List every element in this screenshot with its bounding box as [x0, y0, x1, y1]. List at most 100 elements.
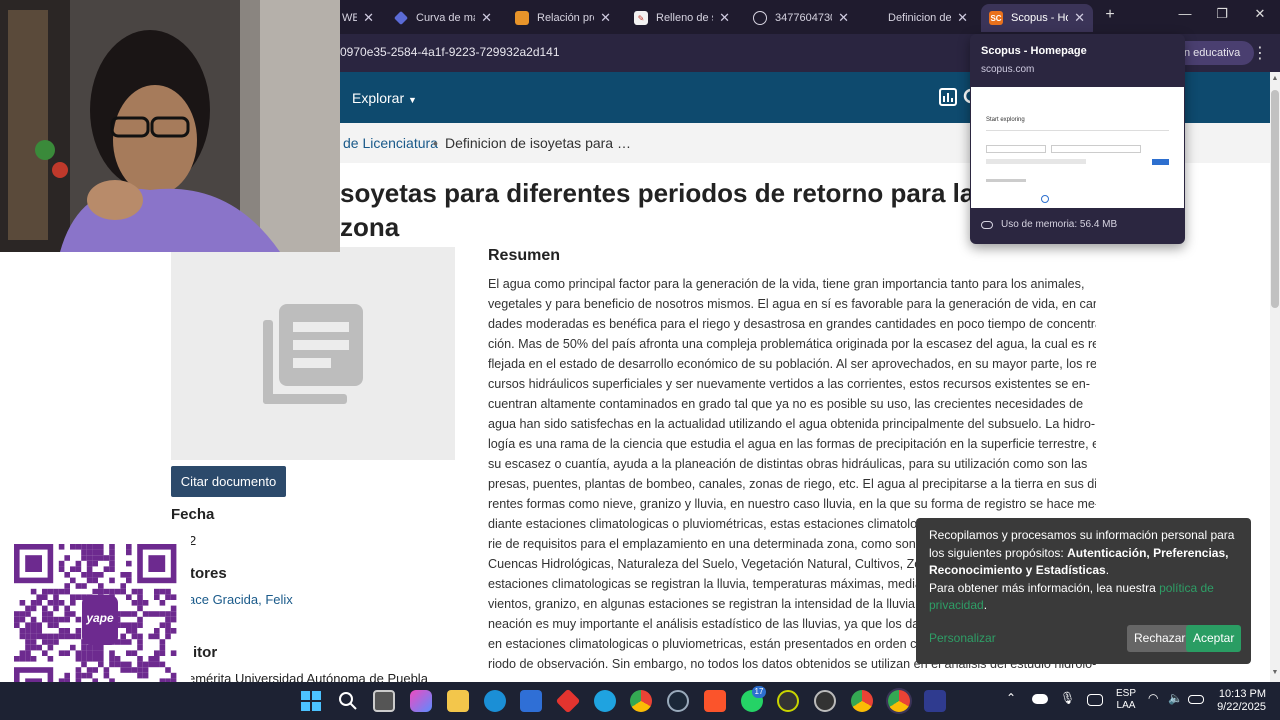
- reject-button[interactable]: Rechazar: [1127, 625, 1193, 652]
- qr-module: [137, 605, 143, 612]
- language-indicator[interactable]: ESP LAA: [1114, 688, 1138, 712]
- tab-definicion[interactable]: Definicion de isoyetas ✕: [864, 4, 976, 32]
- app-icon[interactable]: [777, 690, 799, 712]
- qr-module: [42, 588, 48, 595]
- minimize-icon[interactable]: —: [1170, 6, 1200, 21]
- close-icon[interactable]: ✕: [600, 10, 611, 26]
- breadcrumb-current: Definicion de isoyetas para …: [445, 135, 631, 151]
- scroll-down-icon[interactable]: ▼: [1270, 669, 1280, 676]
- qr-finder: [25, 555, 42, 572]
- webcam-person-image: [0, 0, 340, 252]
- preview-search-icon: [1041, 195, 1049, 203]
- tab-wei[interactable]: WEI ✕: [334, 4, 382, 32]
- app-icon[interactable]: [814, 690, 836, 712]
- qr-module: [36, 594, 42, 600]
- onedrive-icon[interactable]: [1032, 694, 1048, 704]
- copilot-icon[interactable]: [410, 690, 432, 712]
- autores-label: tores: [190, 565, 227, 582]
- close-icon[interactable]: ✕: [719, 10, 730, 26]
- steam-icon[interactable]: [667, 690, 689, 712]
- store-icon[interactable]: [520, 690, 542, 712]
- qr-module: [109, 566, 115, 572]
- taskbar-clock[interactable]: 10:13 PM 9/22/2025: [1210, 688, 1266, 714]
- battery-icon[interactable]: [1188, 695, 1204, 704]
- tab-34776047300[interactable]: 34776047300 ✕: [745, 4, 857, 32]
- explore-menu[interactable]: Explorar ▼: [352, 90, 417, 106]
- qr-module: [159, 661, 166, 668]
- qr-module: [42, 611, 48, 617]
- qr-module: [154, 628, 160, 634]
- close-icon[interactable]: ✕: [957, 10, 968, 26]
- chrome-icon[interactable]: [851, 690, 873, 712]
- scroll-up-icon[interactable]: ▲: [1270, 75, 1280, 82]
- qr-module: [92, 560, 98, 567]
- qr-module: [170, 594, 177, 600]
- display-icon[interactable]: [1087, 694, 1103, 706]
- qr-module: [70, 544, 76, 550]
- qr-module: [137, 661, 143, 668]
- language-line: LAA: [1116, 700, 1136, 711]
- app-icon[interactable]: [555, 688, 581, 714]
- chevron-up-icon[interactable]: ⌃: [1006, 692, 1016, 704]
- cookie-text: Recopilamos y procesamos su información …: [929, 527, 1239, 580]
- qr-module: [42, 594, 48, 600]
- qr-module: [148, 656, 154, 662]
- qr-module: [131, 628, 138, 634]
- qr-module: [92, 544, 98, 550]
- tab-relleno[interactable]: ✎ Relleno de series ✕: [626, 4, 738, 32]
- edge-icon[interactable]: [484, 690, 506, 712]
- app-icon[interactable]: [594, 690, 616, 712]
- qr-module: [53, 622, 59, 628]
- brave-icon[interactable]: [704, 690, 726, 712]
- search-icon[interactable]: [337, 690, 359, 712]
- qr-module: [159, 611, 166, 617]
- chrome-active-icon[interactable]: [888, 690, 910, 712]
- chrome-icon[interactable]: [630, 690, 652, 712]
- qr-module: [170, 672, 177, 679]
- qr-module: [165, 616, 171, 623]
- clock-date: 9/22/2025: [1217, 701, 1266, 713]
- close-icon[interactable]: ✕: [363, 10, 374, 26]
- explore-label: Explorar: [352, 90, 405, 106]
- app-icon[interactable]: [924, 690, 946, 712]
- statistics-icon[interactable]: [938, 87, 958, 107]
- close-icon[interactable]: ✕: [1074, 10, 1085, 26]
- tab-scopus[interactable]: SC Scopus - Homepage ✕: [981, 4, 1093, 32]
- cite-document-button[interactable]: Citar documento: [171, 466, 286, 497]
- close-icon[interactable]: ✕: [481, 10, 492, 26]
- author-link[interactable]: ace Gracida, Felix: [188, 592, 293, 607]
- preview-field: [1051, 145, 1141, 153]
- new-tab-button[interactable]: +: [1100, 6, 1120, 24]
- qr-module: [109, 555, 115, 561]
- volume-icon[interactable]: 🔈: [1168, 692, 1183, 704]
- wifi-icon[interactable]: ◠: [1148, 692, 1158, 704]
- microphone-icon[interactable]: 🎙: [1060, 692, 1075, 704]
- restore-icon[interactable]: ❐: [1207, 6, 1237, 22]
- close-window-icon[interactable]: ✕: [1245, 6, 1275, 22]
- accept-button[interactable]: Aceptar: [1186, 625, 1242, 652]
- tab-curva-de-masa[interactable]: Curva de masa ✕: [388, 4, 500, 32]
- scrollbar-thumb[interactable]: [1271, 90, 1279, 308]
- qr-module: [126, 549, 132, 556]
- qr-module: [47, 622, 54, 628]
- qr-module: [154, 661, 160, 668]
- url-text[interactable]: 0970e35-2584-4a1f-9223-729932a2d141: [340, 45, 560, 59]
- file-explorer-icon[interactable]: [447, 690, 469, 712]
- tab-label: Relleno de series: [656, 12, 713, 24]
- windows-start-icon[interactable]: [300, 690, 322, 712]
- qr-module: [70, 633, 76, 640]
- breadcrumb-link[interactable]: de Licenciatura: [343, 135, 438, 151]
- qr-module: [109, 656, 115, 662]
- qr-module: [47, 633, 54, 640]
- qr-module: [120, 661, 126, 668]
- qr-module: [126, 577, 132, 584]
- close-icon[interactable]: ✕: [838, 10, 849, 26]
- personalize-link[interactable]: Personalizar: [929, 630, 996, 648]
- preview-line: [986, 159, 1086, 164]
- task-view-icon[interactable]: [373, 690, 395, 712]
- qr-module: [70, 600, 76, 606]
- qr-module: [109, 549, 115, 556]
- tab-relacion[interactable]: Relación precipitación ✕: [507, 4, 619, 32]
- qr-module: [58, 566, 65, 572]
- browser-menu-icon[interactable]: ⋮: [1252, 43, 1268, 63]
